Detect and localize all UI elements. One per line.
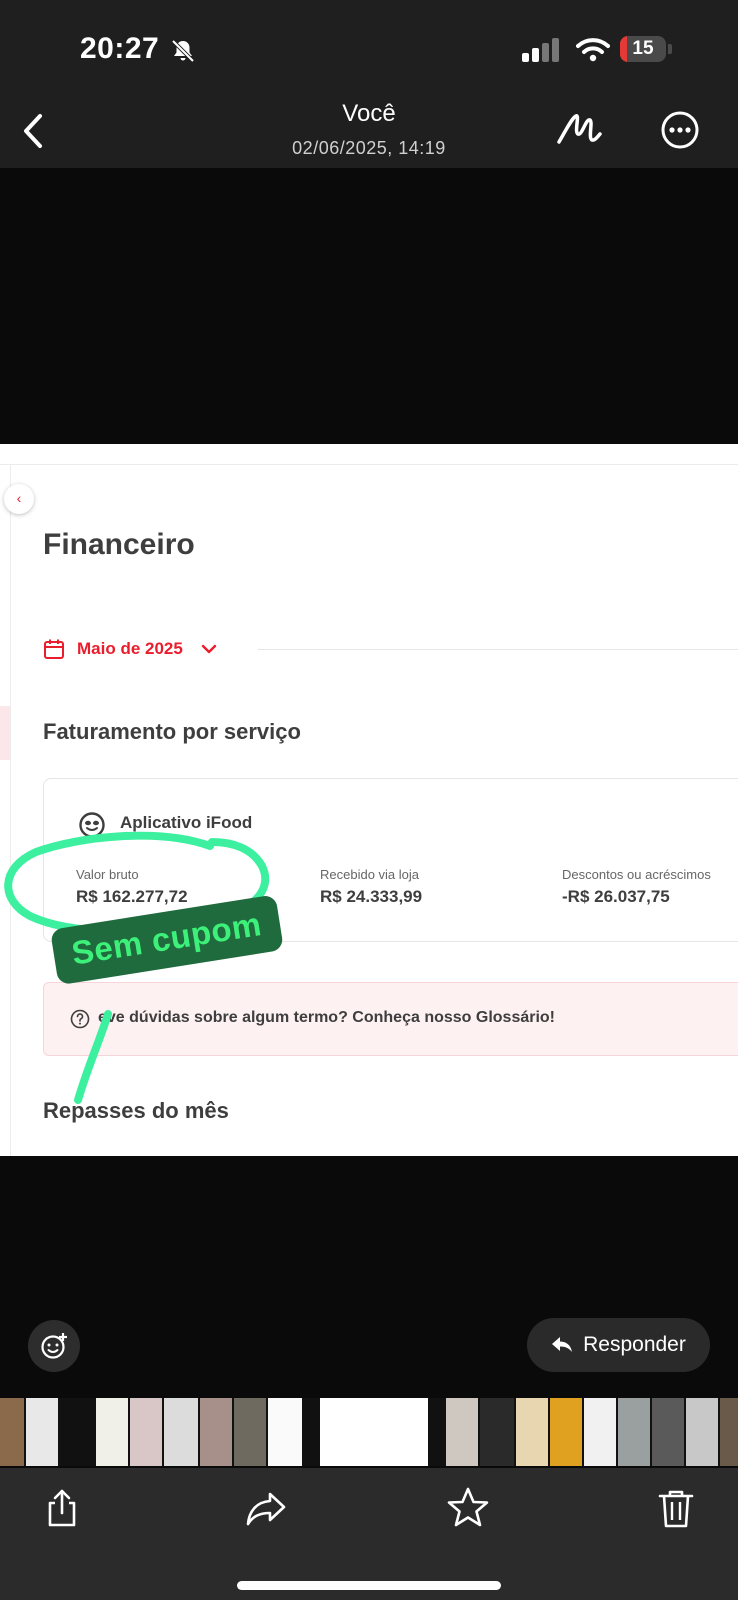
photo-thumbnail[interactable] bbox=[584, 1398, 616, 1466]
photo-thumbnail[interactable] bbox=[268, 1398, 302, 1466]
metric-label: Descontos ou acréscimos bbox=[562, 867, 711, 882]
section-title: Repasses do mês bbox=[43, 1098, 229, 1123]
chevron-down-icon bbox=[201, 644, 217, 654]
metric-label: Recebido via loja bbox=[320, 867, 420, 882]
help-circle-icon bbox=[70, 1009, 90, 1029]
photo-thumbnail[interactable] bbox=[550, 1398, 582, 1466]
sidebar-highlight bbox=[0, 706, 10, 760]
share-icon[interactable] bbox=[40, 1486, 84, 1530]
photo-thumbnail[interactable] bbox=[320, 1398, 428, 1466]
smiley-plus-icon bbox=[41, 1333, 67, 1359]
divider bbox=[258, 649, 738, 650]
photo-thumbnail[interactable] bbox=[96, 1398, 128, 1466]
collapse-sidebar-icon[interactable]: ‹ bbox=[4, 484, 34, 514]
back-chevron-icon[interactable] bbox=[18, 110, 50, 152]
metric-value: R$ 162.277,72 bbox=[76, 887, 188, 906]
forward-icon[interactable] bbox=[244, 1486, 288, 1530]
month-selector[interactable]: Maio de 2025 bbox=[43, 634, 217, 664]
star-icon[interactable] bbox=[446, 1486, 490, 1530]
month-label: Maio de 2025 bbox=[77, 639, 183, 658]
photo-thumbnail[interactable] bbox=[60, 1398, 94, 1466]
photo-thumbnail[interactable] bbox=[0, 1398, 24, 1466]
bell-slash-icon bbox=[171, 39, 195, 63]
photo-thumbnail[interactable] bbox=[164, 1398, 198, 1466]
calendar-icon bbox=[44, 639, 64, 659]
page-title: Financeiro bbox=[43, 528, 195, 561]
photo-thumbnail[interactable] bbox=[618, 1398, 650, 1466]
glossary-banner[interactable]: eve dúvidas sobre algum termo? Conheça n… bbox=[43, 982, 738, 1056]
photo-thumbnail[interactable] bbox=[652, 1398, 684, 1466]
bottom-toolbar bbox=[0, 1468, 738, 1600]
photo-thumbnail[interactable] bbox=[720, 1398, 738, 1466]
home-indicator bbox=[237, 1581, 501, 1590]
photo-thumbnail[interactable] bbox=[516, 1398, 548, 1466]
photo-thumbnail[interactable] bbox=[446, 1398, 478, 1466]
section-title: Faturamento por serviço bbox=[43, 719, 301, 744]
more-options-icon[interactable] bbox=[660, 110, 700, 150]
battery-level: 15 bbox=[632, 38, 654, 59]
markup-pen-icon[interactable] bbox=[556, 108, 602, 148]
photo-thumbnail[interactable] bbox=[430, 1398, 444, 1466]
ifood-app-icon bbox=[79, 812, 105, 838]
app-name: Aplicativo iFood bbox=[120, 813, 253, 832]
wifi-icon bbox=[576, 38, 610, 62]
reply-label: Responder bbox=[583, 1333, 686, 1356]
metric-value: R$ 24.333,99 bbox=[320, 887, 423, 906]
metric-value: -R$ 26.037,75 bbox=[562, 887, 670, 906]
glossary-text: eve dúvidas sobre algum termo? Conheça n… bbox=[98, 1009, 556, 1026]
photo-thumbnail[interactable] bbox=[130, 1398, 162, 1466]
divider bbox=[0, 464, 738, 465]
add-reaction-button[interactable] bbox=[28, 1320, 80, 1372]
divider bbox=[10, 464, 11, 1156]
status-time: 20:27 bbox=[80, 32, 160, 65]
metric-label: Valor bruto bbox=[76, 867, 139, 882]
photo-thumbnail[interactable] bbox=[480, 1398, 514, 1466]
photo-thumbnail[interactable] bbox=[200, 1398, 232, 1466]
photo-thumbnail[interactable] bbox=[686, 1398, 718, 1466]
reply-arrow-icon bbox=[552, 1337, 573, 1352]
thumbnail-strip[interactable] bbox=[0, 1398, 738, 1466]
photo-thumbnail[interactable] bbox=[26, 1398, 58, 1466]
photo-thumbnail[interactable] bbox=[234, 1398, 266, 1466]
photo-screenshot: ‹ Financeiro Maio de 2025 Faturamento po… bbox=[0, 444, 738, 1156]
trash-icon[interactable] bbox=[654, 1486, 698, 1530]
signal-icon bbox=[522, 38, 559, 62]
battery-icon: 15 bbox=[620, 36, 672, 62]
photo-thumbnail[interactable] bbox=[304, 1398, 318, 1466]
viewer-date: 02/06/2025, 14:19 bbox=[292, 138, 446, 158]
viewer-title: Você bbox=[342, 100, 396, 127]
reply-button[interactable]: Responder bbox=[527, 1318, 710, 1372]
